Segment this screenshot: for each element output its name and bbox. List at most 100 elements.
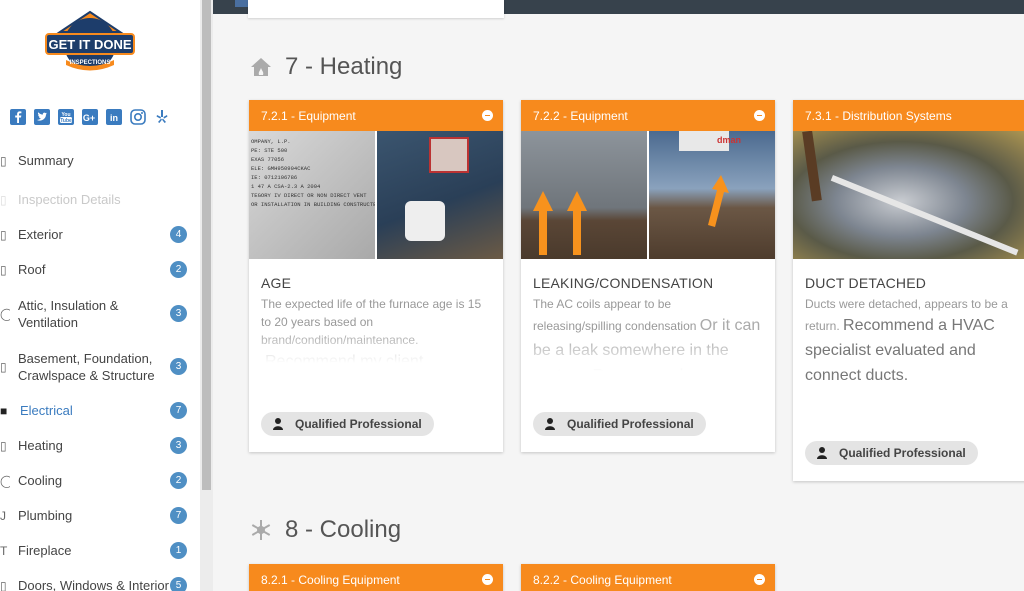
yelp-icon[interactable] — [153, 108, 171, 126]
sidebar-item-label: Fireplace — [18, 543, 72, 558]
defect-card[interactable]: 8.2.2 - Cooling Equipment — [521, 564, 775, 591]
sidebar-item-fireplace[interactable]: T Fireplace 1 — [0, 542, 200, 559]
sidebar-item-attic[interactable]: ◯ Attic, Insulation & Ventilation 3 — [0, 297, 200, 331]
count-badge: 1 — [170, 542, 187, 559]
sidebar-item-basement[interactable]: ▯ Basement, Foundation, Crawlspace & Str… — [0, 350, 200, 384]
arrow-icon — [533, 191, 587, 255]
card-header[interactable]: 7.3.1 - Distribution Systems — [793, 100, 1024, 131]
sidebar-item-label: Attic, Insulation & — [18, 298, 119, 313]
defect-card[interactable]: 7.2.1 - Equipment OMPANY, L.P. PE: STE 5… — [249, 100, 503, 452]
qualified-professional-tag[interactable]: Qualified Professional — [261, 412, 434, 436]
defect-card[interactable]: 7.2.2 - Equipment dman LEAKING/CONDENSAT… — [521, 100, 775, 452]
defect-card[interactable]: 8.2.1 - Cooling Equipment — [249, 564, 503, 591]
photo[interactable]: OMPANY, L.P. PE: STE 500 EXAS 77056 ELE:… — [249, 131, 375, 259]
previous-card-bottom — [248, 0, 504, 18]
svg-text:G+: G+ — [83, 113, 95, 123]
pill-label: Qualified Professional — [839, 446, 966, 460]
card-title: LEAKING/CONDENSATION — [533, 275, 714, 291]
sidebar-item-label: Roof — [18, 262, 46, 277]
card-header[interactable]: 8.2.2 - Cooling Equipment — [521, 564, 775, 591]
photo[interactable] — [521, 131, 647, 259]
sidebar-item-summary[interactable]: ▯ Summary — [0, 152, 200, 169]
sidebar-item-label: Plumbing — [18, 508, 73, 523]
collapse-icon[interactable] — [754, 110, 765, 121]
sidebar-item-label-line2: Ventilation — [18, 315, 78, 330]
qualified-professional-tag[interactable]: Qualified Professional — [533, 412, 706, 436]
arrow-icon — [708, 175, 729, 227]
section-title: 8 - Cooling — [285, 516, 402, 543]
cooling-icon: ◯ — [0, 473, 10, 488]
svg-text:in: in — [110, 113, 118, 123]
user-icon — [817, 447, 827, 459]
photo-strip: dman — [521, 131, 775, 259]
card-header-label: 8.2.2 - Cooling Equipment — [533, 572, 672, 587]
sidebar-scrollbar[interactable] — [200, 0, 213, 591]
section-heading-heating: 7 - Heating — [249, 53, 402, 81]
twitter-icon[interactable] — [33, 108, 51, 126]
sidebar-item-exterior[interactable]: ▯ Exterior 4 — [0, 226, 200, 243]
sidebar-item-label: Heating — [18, 438, 63, 453]
sidebar-item-doors-windows[interactable]: ▯ Doors, Windows & Interior 5 — [0, 577, 200, 591]
photo[interactable] — [377, 131, 503, 259]
photo-device — [405, 201, 445, 241]
svg-text:Tube: Tube — [60, 118, 72, 124]
sidebar-item-label: Exterior — [18, 227, 63, 242]
basement-icon: ▯ — [0, 360, 7, 374]
card-description: The AC coils appear to be releasing/spil… — [533, 295, 763, 371]
user-icon — [273, 418, 283, 430]
card-title: DUCT DETACHED — [805, 275, 927, 291]
card-header-label: 8.2.1 - Cooling Equipment — [261, 572, 400, 587]
collapse-icon[interactable] — [754, 574, 765, 585]
sidebar-item-label: Doors, Windows & Interior — [18, 578, 169, 591]
photo[interactable] — [793, 131, 1024, 259]
logo-subtext: INSPECTIONS — [69, 60, 111, 66]
section-heading-cooling: 8 - Cooling — [249, 516, 401, 544]
sidebar-item-plumbing[interactable]: J Plumbing 7 — [0, 507, 200, 524]
youtube-icon[interactable]: You Tube — [57, 108, 75, 126]
scrollbar-thumb[interactable] — [202, 0, 211, 490]
card-header[interactable]: 7.2.2 - Equipment — [521, 100, 775, 131]
count-badge: 3 — [170, 305, 187, 322]
collapse-icon[interactable] — [482, 574, 493, 585]
instagram-icon[interactable] — [129, 108, 147, 126]
collapse-icon[interactable] — [482, 110, 493, 121]
sidebar-item-label: Inspection Details — [18, 192, 121, 207]
linkedin-icon[interactable]: in — [105, 108, 123, 126]
sidebar-item-label: Basement, Foundation, — [18, 351, 153, 366]
google-plus-icon[interactable]: G+ — [81, 108, 99, 126]
sidebar-item-electrical[interactable]: ■ Electrical 7 — [0, 402, 200, 419]
facebook-icon[interactable] — [9, 108, 27, 126]
section-title: 7 - Heating — [285, 53, 403, 80]
electrical-icon: ■ — [0, 403, 8, 418]
sidebar-item-label: Cooling — [18, 473, 63, 488]
snowflake-icon — [251, 520, 271, 540]
pill-label: Qualified Professional — [295, 417, 422, 431]
sidebar-item-cooling[interactable]: ◯ Cooling 2 — [0, 472, 200, 489]
company-logo[interactable]: GET IT DONE INSPECTIONS — [44, 10, 136, 72]
card-header[interactable]: 7.2.1 - Equipment — [249, 100, 503, 131]
doors-icon: ▯ — [0, 578, 7, 591]
card-description: The expected life of the furnace age is … — [261, 295, 491, 363]
card-header-label: 7.2.2 - Equipment — [533, 108, 628, 123]
social-links: You Tube G+ in — [9, 108, 171, 126]
sidebar-item-heating[interactable]: ▯ Heating 3 — [0, 437, 200, 454]
exterior-icon: ▯ — [0, 227, 7, 242]
photo-sticker — [429, 137, 469, 173]
roof-icon: ▯ — [0, 262, 7, 277]
count-badge: 2 — [170, 261, 187, 278]
photo-pipe — [830, 175, 1019, 256]
sidebar-item-roof[interactable]: ▯ Roof 2 — [0, 261, 200, 278]
inspection-details-icon: ▯ — [0, 192, 7, 207]
count-badge: 5 — [170, 577, 187, 591]
count-badge: 4 — [170, 226, 187, 243]
card-description: Ducts were detached, appears to be a ret… — [805, 297, 1008, 384]
qualified-professional-tag[interactable]: Qualified Professional — [805, 441, 978, 465]
sidebar-item-label: Summary — [18, 153, 74, 168]
defect-card[interactable]: 7.3.1 - Distribution Systems DUCT DETACH… — [793, 100, 1024, 481]
pill-label: Qualified Professional — [567, 417, 694, 431]
photo[interactable]: dman — [649, 131, 775, 259]
card-header[interactable]: 8.2.1 - Cooling Equipment — [249, 564, 503, 591]
fireplace-icon: T — [0, 543, 8, 558]
summary-icon: ▯ — [0, 153, 7, 168]
sidebar-item-inspection-details[interactable]: ▯ Inspection Details — [0, 191, 200, 208]
